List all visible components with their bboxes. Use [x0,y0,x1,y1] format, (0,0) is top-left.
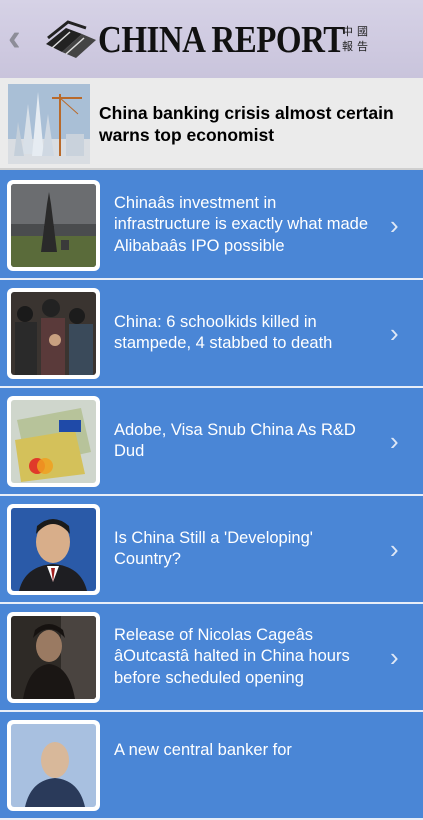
chevron-left-icon: ‹ [8,17,21,59]
article-title: A new central banker for [114,741,292,759]
article-thumbnail [7,612,100,703]
article-title: Release of Nicolas Cageâs âOutcastâ halt… [114,625,350,687]
logo-chinese-text: 中國報告 [342,25,372,53]
chevron-right-icon: › [390,642,399,672]
article-thumbnail [7,396,100,487]
list-item[interactable]: A new central banker for [0,712,423,820]
chevron-right-icon: › [390,534,399,564]
china-report-logo: CHINA REPORT 中國報告 [42,14,382,66]
app-header: ‹ CHINA REPORT 中國報告 [0,0,423,78]
list-item[interactable]: Chinaâs investment in infrastructure is … [0,172,423,280]
logo-text: CHINA REPORT [98,20,345,62]
article-title: Chinaâs investment in infrastructure is … [114,193,369,255]
article-title: China: 6 schoolkids killed in stampede, … [114,312,333,353]
featured-title: China banking crisis almost certain warn… [99,103,394,145]
back-button[interactable]: ‹ [8,18,36,58]
article-thumbnail [7,504,100,595]
article-thumbnail [7,288,100,379]
article-thumbnail [7,180,100,271]
chevron-right-icon: › [390,210,399,240]
article-title: Adobe, Visa Snub China As R&D Dud [114,420,356,461]
featured-article[interactable]: China banking crisis almost certain warn… [0,78,423,170]
featured-thumbnail [8,84,90,164]
list-item[interactable]: China: 6 schoolkids killed in stampede, … [0,280,423,388]
article-thumbnail [7,720,100,811]
book-logo-icon [46,20,96,58]
list-item[interactable]: Release of Nicolas Cageâs âOutcastâ halt… [0,604,423,712]
chevron-right-icon: › [390,318,399,348]
list-item[interactable]: Adobe, Visa Snub China As R&D Dud › [0,388,423,496]
article-title: Is China Still a 'Developing' Country? [114,528,313,569]
chevron-right-icon: › [390,426,399,456]
list-item[interactable]: Is China Still a 'Developing' Country? › [0,496,423,604]
